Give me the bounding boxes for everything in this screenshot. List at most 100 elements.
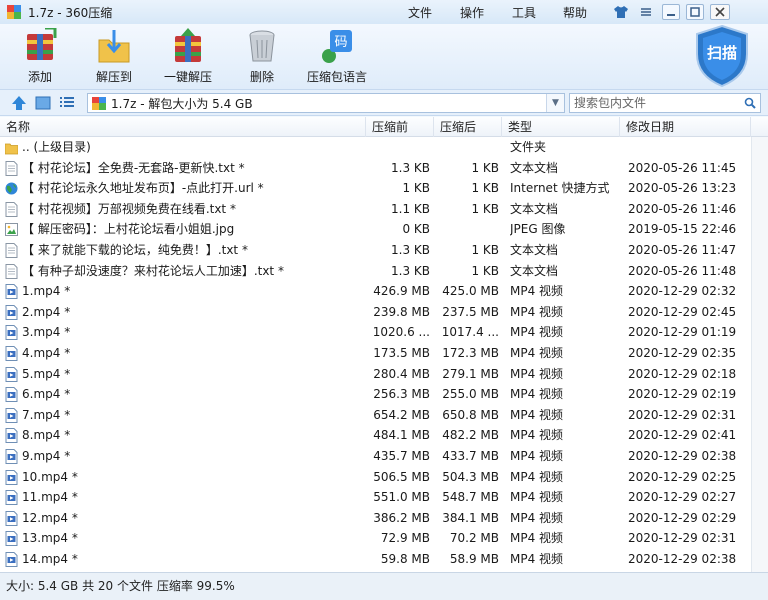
file-row[interactable]: 6.mp4 * 256.3 MB 255.0 MB MP4 视频 2020-12-29 … <box>0 384 768 405</box>
compressed-size <box>437 219 499 240</box>
search-icon[interactable] <box>744 97 756 109</box>
file-type: MP4 视频 <box>510 469 564 484</box>
modified-date: 2020-12-29 02:41 <box>628 428 737 443</box>
column-modified-date[interactable]: 修改日期 <box>620 117 751 137</box>
chevron-down-icon[interactable]: ▼ <box>546 94 564 112</box>
search-input[interactable] <box>570 94 738 112</box>
modified-date: 2020-12-29 02:32 <box>628 284 737 299</box>
list-view-icon[interactable] <box>58 95 76 111</box>
delete-label: 删除 <box>249 70 274 84</box>
file-row[interactable]: 14.mp4 * 59.8 MB 58.9 MB MP4 视频 2020-12-29 0… <box>0 549 768 570</box>
modified-date: 2019-05-15 22:46 <box>628 222 737 237</box>
file-row[interactable]: 【 来了就能下载的论坛，纯免费！】.txt * 1.3 KB 1 KB 文本文档 202… <box>0 240 768 261</box>
file-row[interactable]: 9.mp4 * 435.7 MB 433.7 MB MP4 视频 2020-12-29 … <box>0 446 768 467</box>
menu-operate[interactable]: 操作 <box>460 0 484 24</box>
file-row[interactable]: 7.mp4 * 654.2 MB 650.8 MB MP4 视频 2020-12-29 … <box>0 405 768 426</box>
column-compressed-size[interactable]: 压缩后 <box>434 117 502 137</box>
compressed-size: 504.3 MB <box>442 469 499 484</box>
menu-file[interactable]: 文件 <box>408 0 432 24</box>
add-button[interactable]: 添加 <box>4 26 76 86</box>
file-type: 文件夹 <box>510 140 547 154</box>
original-size: 484.1 MB <box>373 428 430 443</box>
column-original-size[interactable]: 压缩前 <box>366 117 434 137</box>
skin-shirt-icon[interactable] <box>612 4 630 20</box>
modified-date: 2020-12-29 02:35 <box>628 346 737 360</box>
file-row[interactable]: 【 有种子却没速度？来村花论坛人工加速】.txt * 1.3 KB 1 KB 文本文档… <box>0 261 768 282</box>
large-icon-view-icon[interactable] <box>34 95 52 111</box>
compressed-size: 482.2 MB <box>442 428 499 443</box>
modified-date: 2020-12-29 02:25 <box>628 469 737 484</box>
file-type: MP4 视频 <box>510 490 564 505</box>
language-icon-text: 码 <box>334 35 347 50</box>
address-path-field[interactable]: 1.7z - 解包大小为 5.4 GB ▼ <box>87 93 565 113</box>
address-path-text: 1.7z - 解包大小为 5.4 GB <box>111 96 253 111</box>
file-row[interactable]: 【 村花视频】万部视频免费在线看.txt * 1.1 KB 1 KB 文本文档 2020… <box>0 199 768 220</box>
up-arrow-icon[interactable] <box>10 95 28 111</box>
file-type: MP4 视频 <box>510 284 564 299</box>
app-logo-icon <box>6 4 22 20</box>
archive-icon <box>92 96 106 110</box>
file-row[interactable]: 13.mp4 * 72.9 MB 70.2 MB MP4 视频 2020-12-29 0… <box>0 528 768 549</box>
file-row[interactable]: 1.mp4 * 426.9 MB 425.0 MB MP4 视频 2020-12-29 … <box>0 281 768 302</box>
menu-help[interactable]: 帮助 <box>563 0 587 24</box>
video-file-icon <box>5 552 18 567</box>
text-file-icon <box>5 263 18 279</box>
compressed-size: 255.0 MB <box>442 387 499 402</box>
language-code-icon: 码 <box>320 28 354 64</box>
search-box[interactable] <box>569 93 761 113</box>
file-row[interactable]: 2.mp4 * 239.8 MB 237.5 MB MP4 视频 2020-12-29 … <box>0 302 768 323</box>
one-click-extract-button[interactable]: 一键解压 <box>152 28 224 86</box>
compressed-size: 172.3 MB <box>442 346 499 360</box>
file-row[interactable]: 4.mp4 * 173.5 MB 172.3 MB MP4 视频 2020-12-29 … <box>0 343 768 364</box>
scan-button[interactable]: 扫描 <box>693 24 751 88</box>
file-name: 【 解压密码】：上村花论坛看小姐姐.jpg <box>22 222 235 237</box>
archive-language-label: 压缩包语言 <box>306 70 367 84</box>
close-button[interactable] <box>710 4 730 20</box>
video-file-icon <box>5 490 18 506</box>
file-type: Internet 快捷方式 <box>510 181 610 196</box>
file-row[interactable]: 【 村花论坛】全免费-无套路-更新快.txt * 1.3 KB 1 KB 文本文档 20… <box>0 158 768 179</box>
file-name: 【 来了就能下载的论坛，纯免费！】.txt * <box>22 243 248 257</box>
compressed-size: 237.5 MB <box>442 304 499 319</box>
column-type[interactable]: 类型 <box>502 117 620 137</box>
file-type: MP4 视频 <box>510 428 564 443</box>
compressed-size: 1 KB <box>471 243 499 257</box>
one-click-extract-label: 一键解压 <box>163 70 212 84</box>
maximize-button[interactable] <box>686 4 704 20</box>
original-size: 1.3 KB <box>391 243 430 257</box>
file-type: MP4 视频 <box>510 366 564 381</box>
file-name: 3.mp4 * <box>22 325 71 340</box>
file-row[interactable]: 8.mp4 * 484.1 MB 482.2 MB MP4 视频 2020-12-29 … <box>0 425 768 446</box>
file-name: 11.mp4 * <box>22 490 78 505</box>
file-row[interactable]: 3.mp4 * 1020.6 ... 1017.4 ... MP4 视频 2020-12… <box>0 322 768 343</box>
file-name: 【 有种子却没速度？来村花论坛人工加速】.txt * <box>22 263 284 278</box>
original-size: 1.3 KB <box>391 160 430 175</box>
file-name: 1.mp4 * <box>22 284 71 299</box>
file-name: 14.mp4 * <box>22 552 78 566</box>
minimize-button[interactable] <box>662 4 680 20</box>
modified-date: 2020-12-29 02:31 <box>628 531 737 546</box>
file-row[interactable]: 10.mp4 * 506.5 MB 504.3 MB MP4 视频 2020-12-29… <box>0 467 768 488</box>
extract-to-button[interactable]: 解压到 <box>78 28 150 86</box>
modified-date: 2020-05-26 11:48 <box>628 263 737 278</box>
file-row[interactable]: .. (上级目录) 文件夹 <box>0 137 768 158</box>
file-row[interactable]: 5.mp4 * 280.4 MB 279.1 MB MP4 视频 2020-12-29 … <box>0 364 768 385</box>
menu-dropdown-icon[interactable] <box>637 4 655 20</box>
file-row[interactable]: 11.mp4 * 551.0 MB 548.7 MB MP4 视频 2020-12-29… <box>0 487 768 508</box>
archive-language-button[interactable]: 码 压缩包语言 <box>300 28 374 86</box>
file-row[interactable]: 【 解压密码】：上村花论坛看小姐姐.jpg 0 KB JPEG 图像 2019-05-… <box>0 219 768 240</box>
file-type: MP4 视频 <box>510 552 564 566</box>
original-size <box>368 137 430 158</box>
one-click-extract-icon <box>171 28 205 64</box>
file-row[interactable]: 【 村花论坛永久地址发布页】-点此打开.url * 1 KB 1 KB Interne… <box>0 178 768 199</box>
file-type: 文本文档 <box>510 201 559 216</box>
vertical-scrollbar[interactable] <box>751 137 768 572</box>
column-name[interactable]: 名称 <box>0 117 366 137</box>
menu-tools[interactable]: 工具 <box>512 0 536 24</box>
delete-button[interactable]: 删除 <box>226 28 298 86</box>
file-row[interactable]: 12.mp4 * 386.2 MB 384.1 MB MP4 视频 2020-12-29… <box>0 508 768 529</box>
list-header: 名称 压缩前 压缩后 类型 修改日期 <box>0 117 768 137</box>
file-type: MP4 视频 <box>510 387 564 402</box>
compressed-size: 425.0 MB <box>442 284 499 299</box>
file-name: 【 村花视频】万部视频免费在线看.txt * <box>22 201 236 216</box>
